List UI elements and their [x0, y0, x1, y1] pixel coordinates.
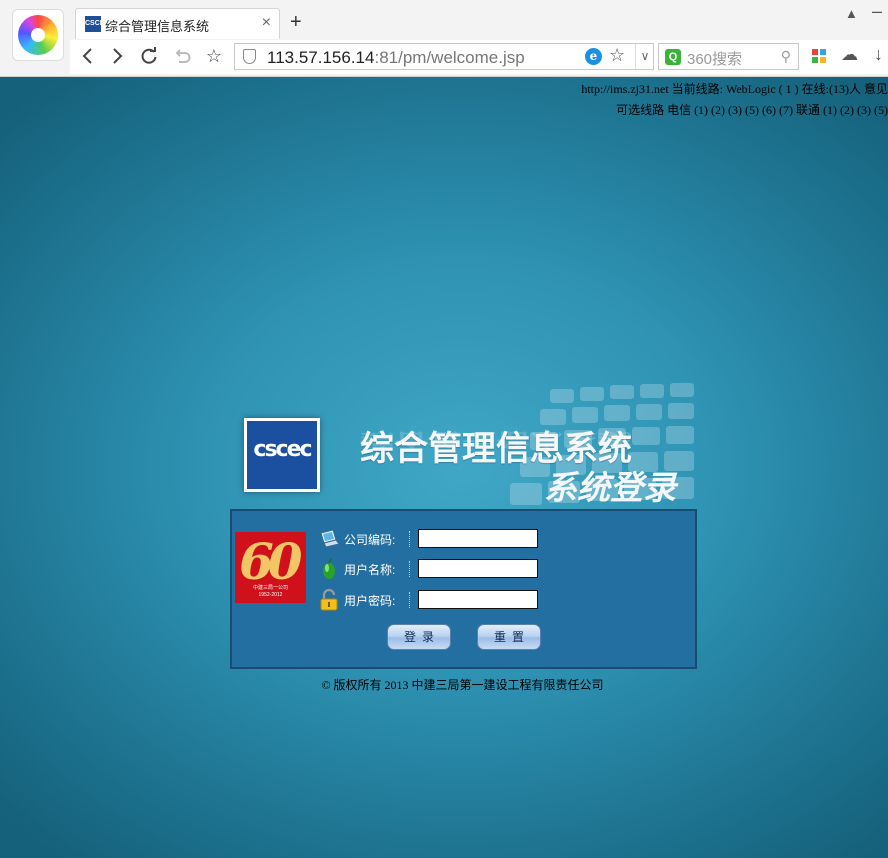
lock-icon: [320, 589, 338, 611]
undo-icon: [175, 49, 191, 63]
user-icon: [323, 558, 335, 579]
server-status-line[interactable]: http://ims.zj31.net 当前线路: WebLogic ( 1 )…: [581, 79, 888, 100]
url-host: 113.57.156.14: [267, 48, 375, 67]
password-row: 用户密码:: [314, 589, 544, 611]
download-icon[interactable]: ↓: [874, 44, 883, 65]
company-code-row: 公司编码:: [314, 528, 544, 550]
page-content: http://ims.zj31.net 当前线路: WebLogic ( 1 )…: [0, 77, 888, 858]
company-logo: cscec: [244, 418, 320, 492]
favorites-button[interactable]: ☆: [200, 42, 228, 70]
ie-icon[interactable]: e: [585, 48, 602, 65]
tab-close-button[interactable]: ×: [262, 14, 271, 32]
login-banner: cscec 综合管理信息系统 综合管理信息系统 系统登录: [240, 379, 700, 507]
line-info: http://ims.zj31.net 当前线路: WebLogic ( 1 )…: [581, 79, 888, 121]
reload-button[interactable]: [135, 42, 163, 70]
username-row: 用户名称:: [314, 558, 544, 580]
url-path: :81/pm/welcome.jsp: [374, 48, 525, 67]
anniversary-years: 1952-2012: [258, 592, 283, 598]
new-tab-button[interactable]: +: [290, 10, 302, 34]
back-icon: [82, 48, 92, 64]
login-button[interactable]: 登录: [387, 624, 451, 650]
login-subtitle: 系统登录: [544, 468, 676, 507]
system-title-reflection: 综合管理信息系统: [360, 429, 632, 449]
field-divider: [409, 561, 410, 577]
browser-logo[interactable]: [12, 9, 64, 61]
tab-title: 综合管理信息系统: [105, 19, 210, 34]
password-label: 用户密码:: [344, 594, 396, 608]
cloud-icon[interactable]: ☁: [841, 45, 858, 65]
browser-logo-icon: [18, 15, 58, 55]
field-divider: [409, 592, 410, 608]
password-input[interactable]: [418, 590, 538, 609]
username-input[interactable]: [418, 559, 538, 578]
browser-toolbar: ☆ 113.57.156.14:81/pm/welcome.jsp e ☆ ∨ …: [70, 40, 888, 74]
copyright-text: © 版权所有 2013 中建三局第一建设工程有限责任公司: [321, 678, 604, 692]
field-divider: [409, 531, 410, 547]
reload-icon: [141, 47, 157, 64]
browser-chrome: CSCEC 综合管理信息系统 × + ▲ – ☆ 113.57.156.14:8…: [0, 0, 888, 77]
company-logo-text: cscec: [253, 437, 312, 462]
search-engine-logo: Q: [665, 49, 681, 65]
favicon-icon: CSCEC: [85, 16, 110, 32]
url-text[interactable]: 113.57.156.14:81/pm/welcome.jsp: [267, 48, 525, 68]
search-icon[interactable]: ⚲: [781, 48, 791, 65]
undo-close-button[interactable]: [168, 42, 196, 70]
anniversary-number: 60: [239, 532, 303, 591]
apps-icon[interactable]: [812, 49, 826, 63]
dropdown-icon[interactable]: ∨: [635, 44, 654, 69]
forward-icon: [113, 48, 123, 64]
bookmark-star-icon[interactable]: ☆: [609, 45, 625, 66]
minimize-button[interactable]: –: [872, 1, 882, 22]
company-code-label: 公司编码:: [344, 533, 396, 547]
search-box[interactable]: Q 360搜索 ⚲: [658, 43, 799, 70]
anniversary-logo: 60 中建三局一公司 1952-2012: [235, 532, 306, 603]
laptop-icon: [320, 529, 340, 548]
address-bar[interactable]: 113.57.156.14:81/pm/welcome.jsp e ☆ ∨: [234, 43, 654, 70]
back-button[interactable]: [74, 42, 102, 70]
browser-tab[interactable]: CSCEC 综合管理信息系统 ×: [75, 8, 280, 39]
search-placeholder[interactable]: 360搜索: [687, 48, 742, 69]
forward-button[interactable]: [103, 42, 131, 70]
login-panel: 60 中建三局一公司 1952-2012 公司编码: 用户名称: 用户密码: 登…: [230, 509, 697, 669]
reset-button[interactable]: 重置: [477, 624, 541, 650]
shield-icon: [243, 49, 256, 64]
company-code-input[interactable]: [418, 529, 538, 548]
anniversary-caption: 中建三局一公司: [252, 585, 288, 591]
route-options-line[interactable]: 可选线路 电信 (1) (2) (3) (5) (6) (7) 联通 (1) (…: [581, 100, 888, 121]
star-icon: ☆: [205, 45, 223, 66]
username-label: 用户名称:: [344, 563, 396, 577]
skin-icon[interactable]: ▲: [845, 6, 858, 21]
